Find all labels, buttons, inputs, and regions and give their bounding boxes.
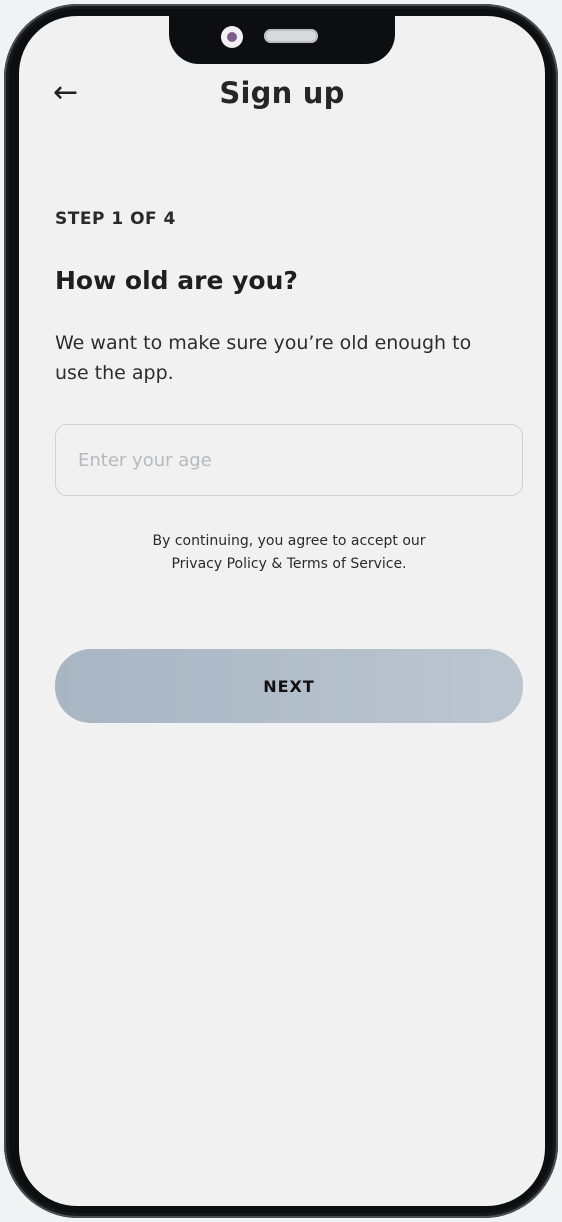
question-heading: How old are you? xyxy=(55,266,298,295)
terms-line-1: By continuing, you agree to accept our xyxy=(152,533,426,549)
step-indicator: STEP 1 OF 4 xyxy=(55,209,176,229)
phone-frame: ← Sign up STEP 1 OF 4 How old are you? W… xyxy=(4,4,558,1218)
phone-notch xyxy=(169,16,395,64)
page-title: Sign up xyxy=(219,76,345,110)
signup-screen: ← Sign up STEP 1 OF 4 How old are you? W… xyxy=(19,16,545,1206)
terms-notice: By continuing, you agree to accept our P… xyxy=(55,530,523,576)
front-camera-icon xyxy=(221,26,243,48)
speaker-grille-icon xyxy=(264,29,318,43)
next-button[interactable]: NEXT xyxy=(55,649,523,723)
terms-line-2[interactable]: Privacy Policy & Terms of Service. xyxy=(171,556,406,572)
age-input[interactable] xyxy=(55,424,523,496)
question-description: We want to make sure you’re old enough t… xyxy=(55,332,472,384)
